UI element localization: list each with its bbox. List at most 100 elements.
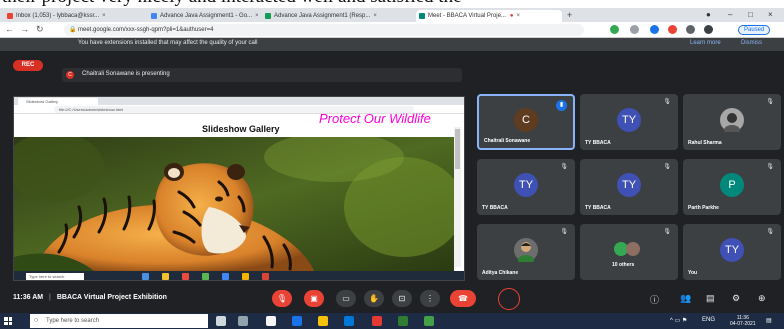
windows-taskbar: ○ Type here to search ^ ▭ ⚑ ENG 11:36 04… [0,313,784,329]
more-options-button[interactable]: ⋮ [420,290,440,307]
mic-off-button[interactable]: 🎙 [272,290,292,307]
avatar: TY [617,108,641,132]
avatar: TY [617,173,641,197]
close-icon[interactable]: × [102,13,106,19]
avatar: TY [720,238,744,262]
participant-name: 10 others [612,262,635,268]
shared-tab: Slideshow Gallery [18,98,98,105]
participant-tile[interactable]: 🎙 TY TY BBACA [580,159,678,215]
app-icon[interactable] [424,316,434,326]
mic-off-icon: 🎙 [560,229,568,235]
taskbar-app-icon [162,273,169,280]
minimize-icon[interactable]: – [728,10,732,19]
participant-tile[interactable]: ▮ C Chaitrali Sonawane [477,94,575,150]
learn-more-link[interactable]: Learn more [690,40,721,46]
meet-icon [419,13,425,19]
excel-icon[interactable] [398,316,408,326]
cortana-icon[interactable] [216,316,226,326]
mail-icon[interactable] [344,316,354,326]
maximize-icon[interactable]: □ [748,10,753,19]
close-icon[interactable]: × [255,13,258,19]
avatar: C [514,108,538,132]
close-icon[interactable]: × [517,13,521,19]
participant-tile[interactable]: 🎙 TY TY BBACA [580,94,678,150]
language-indicator[interactable]: ENG [702,317,715,323]
store-icon[interactable] [266,316,276,326]
participant-tile[interactable]: 🎙 TY TY BBACA [477,159,575,215]
new-tab-button[interactable]: + [567,10,572,20]
chrome-icon[interactable] [372,316,382,326]
end-call-button[interactable]: ☎ [450,290,476,307]
profile-paused-button[interactable]: Paused [738,25,771,35]
taskbar-search-placeholder: Type here to search [46,318,100,324]
dismiss-link[interactable]: Dismiss [741,40,762,46]
extension-icon[interactable] [610,25,619,34]
forward-icon[interactable]: → [20,24,29,34]
mic-off-icon: 🎙 [766,229,774,235]
edge-icon[interactable] [292,316,302,326]
tab-forms[interactable]: Advance Java Assignment1 (Resp... × [262,10,412,22]
extension-icon[interactable] [668,25,677,34]
profile-icon[interactable]: ● [706,10,711,19]
close-icon[interactable]: × [373,13,377,19]
participant-tile[interactable]: 🎙 P Parth Parkhe [683,159,781,215]
tray-icons[interactable]: ^ ▭ ⚑ [670,317,687,324]
caption-text: their project very nicely and interacted… [2,0,462,8]
activities-icon[interactable]: ⚙ [732,293,740,304]
reload-icon[interactable]: ↻ [36,24,44,35]
camera-off-button[interactable]: ▣ [304,290,324,307]
extension-icon[interactable] [650,25,659,34]
sheets-icon [265,13,271,19]
extension-icon[interactable] [686,25,695,34]
notification-icon[interactable]: ▤ [766,317,772,324]
extension-warning-text: You have extensions installed that may a… [78,40,258,46]
meeting-time: 11:36 AM [13,294,44,301]
separator: | [49,294,51,301]
windows-start-icon[interactable] [4,317,12,325]
extension-warning-bar: You have extensions installed that may a… [0,38,784,51]
system-clock[interactable]: 11:36 04-07-2021 [730,315,756,327]
meet-control-bar: 11:36 AM | BBACA Virtual Project Exhibit… [0,285,784,313]
participant-name: Aditya Chikane [482,270,519,276]
people-icon[interactable]: 👥 [680,293,691,304]
raise-hand-button[interactable]: ✋ [364,290,384,307]
participant-tile[interactable]: 🎙 10 others [580,224,678,280]
tab-docs-1[interactable]: Advance Java Assignment1 - Go... × [148,10,258,22]
gmail-icon [7,13,13,19]
url-bar[interactable]: 🔒 meet.google.com/xxx-ssgh-qpm?pli=1&aut… [64,24,584,36]
participant-name: Chaitrali Sonawane [484,138,531,144]
taskbar-search-input[interactable]: ○ Type here to search [30,314,208,328]
shared-search-box: Type here to search [26,273,84,280]
lock-icon[interactable]: ⊕ [758,293,766,304]
clock-date: 04-07-2021 [730,321,756,327]
chat-icon[interactable]: ▤ [706,293,715,304]
docs-icon [151,13,157,19]
participant-name: Parth Parkhe [688,205,719,211]
task-view-icon[interactable] [238,316,248,326]
participant-name: TY BBACA [482,205,508,211]
lock-icon: 🔒 [69,27,77,33]
avatar: P [720,173,744,197]
info-icon[interactable]: ⓘ [650,293,659,306]
mic-off-icon: 🎙 [663,99,671,105]
tab-gmail[interactable]: Inbox (1,053) - lybbaca@kssr... × [4,10,144,22]
participant-tile[interactable]: 🎙 Rahul Sharma [683,94,781,150]
file-explorer-icon[interactable] [318,316,328,326]
taskbar-app-icon [262,273,269,280]
back-icon[interactable]: ← [5,24,14,34]
participant-tile[interactable]: 🎙 Aditya Chikane [477,224,575,280]
present-button[interactable]: ⊡ [392,290,412,307]
tab-meet[interactable]: Meet - BBACA Virtual Proje... ● × [416,10,562,22]
puzzle-icon[interactable] [704,25,713,34]
wildlife-title: Protect Our Wildlife [319,111,431,126]
participant-tile[interactable]: 🎙 TY You [683,224,781,280]
close-window-icon[interactable]: × [768,10,773,19]
presenting-text: Chaitrali Sonawane is presenting [82,71,170,77]
recording-badge: REC [13,60,43,71]
meet-area: You have extensions installed that may a… [0,38,784,313]
tab-label: Inbox (1,053) - lybbaca@kssr... [16,13,100,19]
gallery-title: Slideshow Gallery [202,124,280,134]
search-icon: ○ [34,317,39,324]
captions-button[interactable]: ▭ [336,290,356,307]
extension-icon[interactable] [630,25,639,34]
